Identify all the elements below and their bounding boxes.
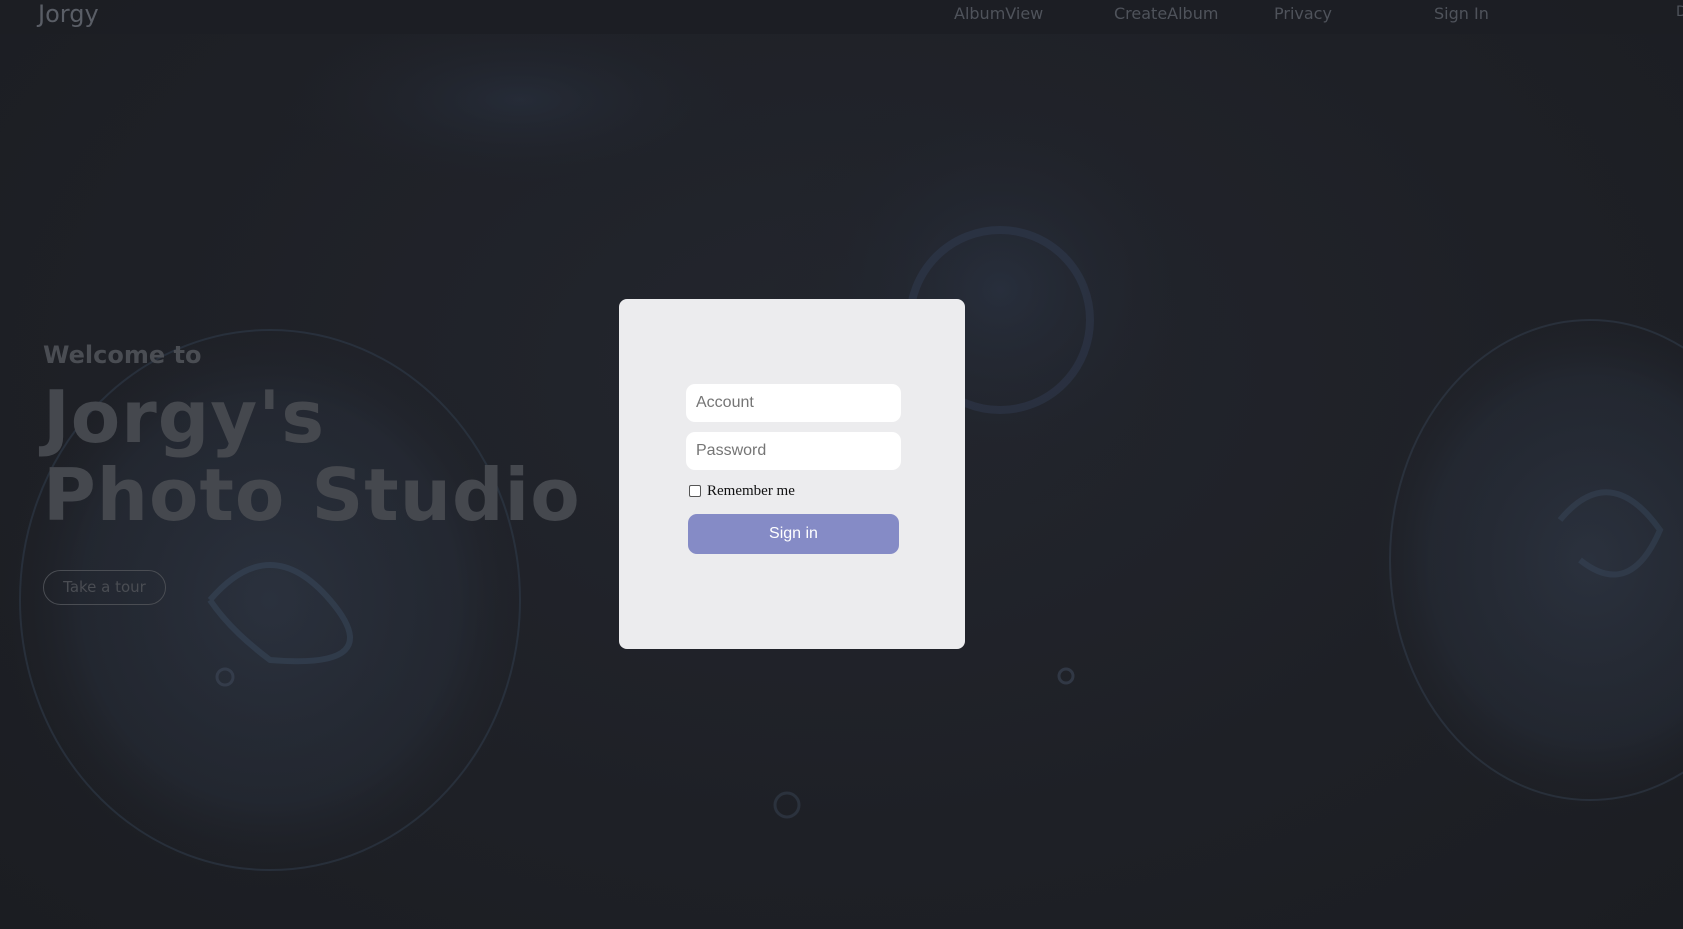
hero-title-line1: Jorgy's — [43, 375, 326, 459]
nav-privacy[interactable]: Privacy — [1274, 4, 1332, 24]
account-input[interactable] — [686, 384, 901, 422]
hero-section: Welcome to Jorgy's Photo Studio — [43, 340, 581, 534]
login-modal: Remember me Sign in — [619, 299, 965, 649]
remember-me-label: Remember me — [707, 482, 795, 499]
hero-title-line2: Photo Studio — [43, 453, 581, 537]
brand-logo[interactable]: Jorgy — [38, 0, 99, 29]
password-input[interactable] — [686, 432, 901, 470]
nav-album-view[interactable]: AlbumView — [954, 4, 1043, 24]
remember-me-row: Remember me — [689, 482, 795, 500]
nav-edge-text: D — [1676, 4, 1683, 20]
hero-welcome: Welcome to — [43, 341, 202, 369]
nav-create-album[interactable]: CreateAlbum — [1114, 4, 1218, 24]
page: Jorgy AlbumView CreateAlbum Privacy Sign… — [0, 0, 1683, 929]
take-a-tour-button[interactable]: Take a tour — [43, 570, 166, 605]
sign-in-button[interactable]: Sign in — [688, 514, 899, 554]
nav-sign-in[interactable]: Sign In — [1434, 4, 1489, 24]
remember-me-checkbox[interactable] — [689, 485, 701, 497]
top-navbar: Jorgy AlbumView CreateAlbum Privacy Sign… — [0, 0, 1683, 34]
